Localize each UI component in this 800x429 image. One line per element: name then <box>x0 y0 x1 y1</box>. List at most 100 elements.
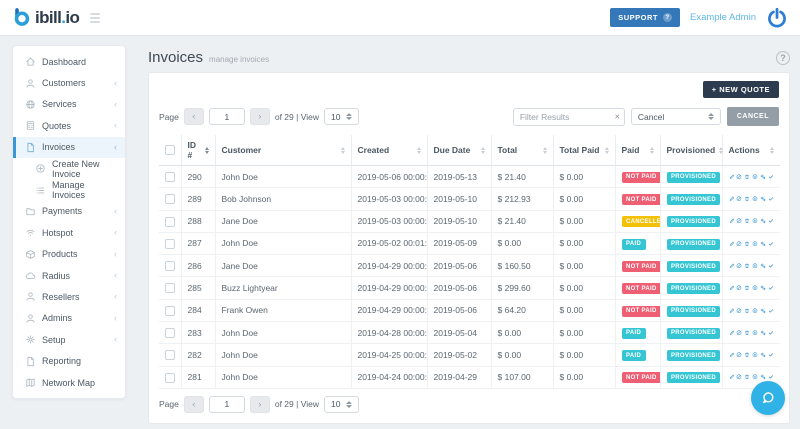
sidebar-item-payments[interactable]: Payments ‹ <box>13 201 125 222</box>
delete-icon[interactable] <box>744 239 750 249</box>
column-header-customer[interactable]: Customer <box>214 135 351 166</box>
delete-icon[interactable] <box>744 306 750 316</box>
sidebar-item-dashboard[interactable]: Dashboard <box>13 51 125 72</box>
chat-button[interactable] <box>751 381 785 415</box>
edit-icon[interactable] <box>729 283 735 293</box>
download-icon[interactable] <box>752 261 758 271</box>
approve-icon[interactable] <box>768 306 774 316</box>
void-icon[interactable] <box>736 328 742 338</box>
delete-icon[interactable] <box>744 350 750 360</box>
delete-icon[interactable] <box>744 372 750 382</box>
new-quote-button[interactable]: + NEW QUOTE <box>702 81 779 98</box>
delete-icon[interactable] <box>744 283 750 293</box>
delete-icon[interactable] <box>744 216 750 226</box>
approve-icon[interactable] <box>768 172 774 182</box>
edit-icon[interactable] <box>729 216 735 226</box>
download-icon[interactable] <box>752 372 758 382</box>
void-icon[interactable] <box>736 372 742 382</box>
settings-icon[interactable] <box>760 172 766 182</box>
filter-type-select[interactable]: Cancel <box>630 108 721 125</box>
void-icon[interactable] <box>736 306 742 316</box>
void-icon[interactable] <box>736 194 742 204</box>
approve-icon[interactable] <box>768 216 774 226</box>
row-checkbox[interactable] <box>165 172 175 183</box>
logout-power-icon[interactable] <box>766 7 788 29</box>
column-header-actions[interactable]: Actions <box>721 135 780 166</box>
settings-icon[interactable] <box>760 194 766 204</box>
column-header-due-date[interactable]: Due Date <box>426 135 491 166</box>
download-icon[interactable] <box>752 328 758 338</box>
approve-icon[interactable] <box>768 328 774 338</box>
delete-icon[interactable] <box>744 194 750 204</box>
sidebar-item-invoices[interactable]: Invoices ‹ <box>13 136 125 158</box>
approve-icon[interactable] <box>768 194 774 204</box>
sidebar-item-hotspot[interactable]: Hotspot ‹ <box>13 222 125 243</box>
support-button[interactable]: SUPPORT ? <box>610 8 680 27</box>
void-icon[interactable] <box>736 172 742 182</box>
next-page-button[interactable]: › <box>249 395 270 413</box>
page-size-select[interactable]: 10 <box>323 395 360 413</box>
menu-toggle-icon[interactable] <box>87 10 103 26</box>
download-icon[interactable] <box>752 306 758 316</box>
column-header-id[interactable]: ID # <box>180 135 215 166</box>
sidebar-item-setup[interactable]: Setup ‹ <box>13 329 125 350</box>
filter-input[interactable] <box>512 107 625 126</box>
clear-filter-icon[interactable]: × <box>615 112 620 121</box>
download-icon[interactable] <box>752 172 758 182</box>
edit-icon[interactable] <box>729 350 735 360</box>
sidebar-item-radius[interactable]: Radius ‹ <box>13 265 125 286</box>
column-header-total-paid[interactable]: Total Paid <box>552 135 615 166</box>
cancel-button[interactable]: CANCEL <box>726 107 779 126</box>
edit-icon[interactable] <box>729 306 735 316</box>
row-checkbox[interactable] <box>165 238 175 249</box>
sidebar-item-resellers[interactable]: Resellers ‹ <box>13 286 125 307</box>
user-menu[interactable]: Example Admin <box>690 12 756 23</box>
settings-icon[interactable] <box>760 216 766 226</box>
download-icon[interactable] <box>752 283 758 293</box>
row-checkbox[interactable] <box>165 261 175 272</box>
help-icon[interactable]: ? <box>776 50 790 65</box>
sidebar-item-admins[interactable]: Admins ‹ <box>13 308 125 329</box>
download-icon[interactable] <box>752 216 758 226</box>
approve-icon[interactable] <box>768 261 774 271</box>
settings-icon[interactable] <box>760 239 766 249</box>
void-icon[interactable] <box>736 216 742 226</box>
row-checkbox[interactable] <box>165 216 175 227</box>
column-header-provisioned[interactable]: Provisioned <box>659 135 724 166</box>
sidebar-item-products[interactable]: Products ‹ <box>13 244 125 265</box>
edit-icon[interactable] <box>729 239 735 249</box>
sidebar-item-manage-invoices[interactable]: Manage Invoices <box>13 179 125 200</box>
row-checkbox[interactable] <box>165 372 175 383</box>
approve-icon[interactable] <box>768 239 774 249</box>
sidebar-item-reporting[interactable]: Reporting <box>13 350 125 371</box>
edit-icon[interactable] <box>729 261 735 271</box>
void-icon[interactable] <box>736 350 742 360</box>
edit-icon[interactable] <box>729 372 735 382</box>
approve-icon[interactable] <box>768 350 774 360</box>
sidebar-item-network-map[interactable]: Network Map <box>13 372 125 393</box>
sidebar-item-create-new-invoice[interactable]: Create New Invoice <box>13 158 125 179</box>
approve-icon[interactable] <box>768 283 774 293</box>
column-header-paid[interactable]: Paid <box>614 135 660 166</box>
download-icon[interactable] <box>752 239 758 249</box>
settings-icon[interactable] <box>760 328 766 338</box>
row-checkbox[interactable] <box>165 350 175 361</box>
next-page-button[interactable]: › <box>249 108 270 125</box>
settings-icon[interactable] <box>760 350 766 360</box>
row-checkbox[interactable] <box>165 327 175 338</box>
settings-icon[interactable] <box>760 306 766 316</box>
void-icon[interactable] <box>736 261 742 271</box>
page-number-input[interactable] <box>208 108 245 125</box>
page-size-select[interactable]: 10 <box>323 108 360 125</box>
download-icon[interactable] <box>752 350 758 360</box>
logo[interactable]: ibill.io <box>12 8 80 28</box>
row-checkbox[interactable] <box>165 194 175 205</box>
void-icon[interactable] <box>736 239 742 249</box>
prev-page-button[interactable]: ‹ <box>183 108 204 125</box>
column-header-created[interactable]: Created <box>350 135 427 166</box>
select-all-checkbox[interactable] <box>165 145 175 156</box>
settings-icon[interactable] <box>760 283 766 293</box>
delete-icon[interactable] <box>744 172 750 182</box>
delete-icon[interactable] <box>744 328 750 338</box>
row-checkbox[interactable] <box>165 283 175 294</box>
